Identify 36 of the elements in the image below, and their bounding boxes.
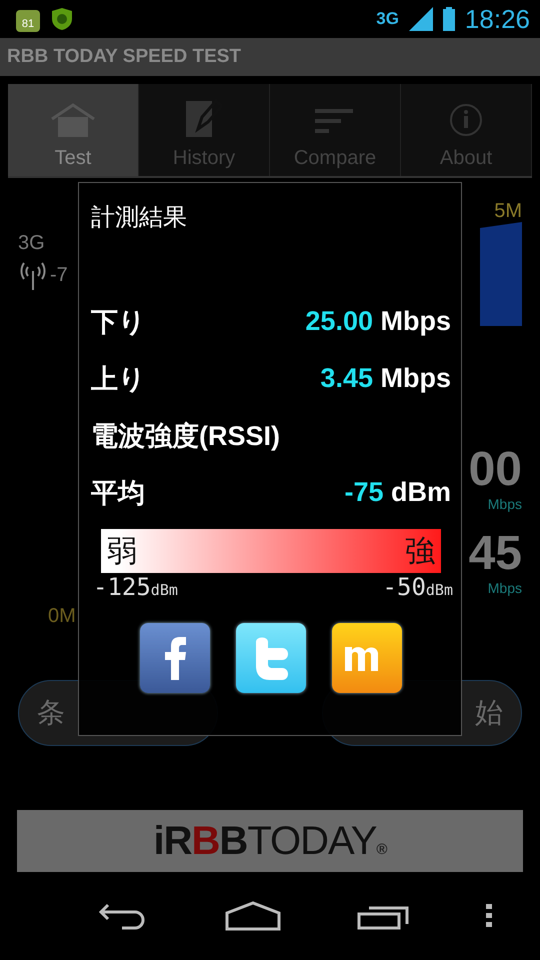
- weak-label: 弱: [107, 534, 137, 570]
- result-label: 平均: [91, 476, 145, 510]
- overflow-menu-icon[interactable]: [486, 904, 492, 928]
- ad-banner[interactable]: iRBBTODAY®: [17, 810, 523, 872]
- result-label: 下り: [91, 306, 146, 338]
- dialog-title: 計測結果: [91, 203, 188, 233]
- result-value: -75 dBm: [344, 477, 451, 508]
- scale-min-label: -125dBm: [93, 573, 178, 601]
- section-label: 電波強度(RSSI): [91, 420, 280, 453]
- scale-min: 0M: [47, 605, 76, 628]
- result-label: 上り: [91, 362, 146, 396]
- info-icon: [449, 103, 483, 137]
- upload-speed: 45: [468, 528, 522, 581]
- result-value: 3.45 Mbps: [320, 363, 451, 394]
- network-type: 3G: [376, 9, 399, 29]
- signal-icon: [408, 7, 433, 31]
- facebook-button[interactable]: [140, 623, 210, 693]
- result-value: 25.00 Mbps: [305, 306, 451, 337]
- facebook-icon: [163, 636, 187, 680]
- scale-max: 5M: [494, 200, 522, 222]
- clock: 18:26: [464, 4, 530, 34]
- download-unit: Mbps: [488, 496, 522, 512]
- network-label: 3G: [18, 232, 46, 254]
- scale-max-label: -50dBm: [382, 573, 453, 601]
- antenna-icon: [18, 260, 48, 290]
- download-speed: 00: [468, 444, 522, 497]
- tab[interactable]: Test: [8, 84, 139, 176]
- app-title: RBB TODAY SPEED TEST: [7, 46, 242, 68]
- logo: iRBBTODAY®: [154, 818, 386, 864]
- home-icon[interactable]: [224, 901, 281, 931]
- battery-icon: [442, 7, 455, 31]
- home-icon: [50, 103, 96, 137]
- upload-unit: Mbps: [488, 580, 522, 596]
- strong-label: 強: [405, 534, 435, 570]
- shield-icon: [50, 7, 74, 31]
- signal-reading: -7: [50, 264, 68, 286]
